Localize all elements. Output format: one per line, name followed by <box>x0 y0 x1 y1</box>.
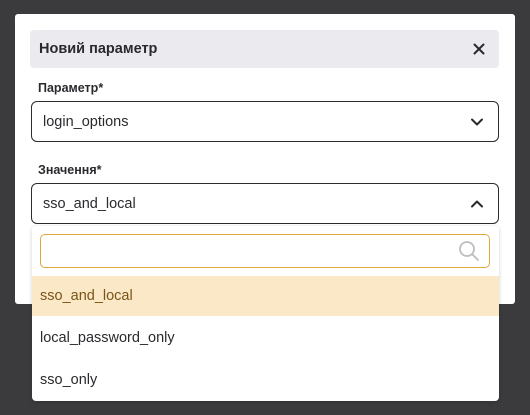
dropdown-search-input[interactable] <box>47 239 451 265</box>
modal-title: Новий параметр <box>39 41 158 57</box>
dropdown-option-sso-and-local[interactable]: sso_and_local <box>32 276 499 316</box>
option-label: local_password_only <box>40 330 175 346</box>
parameter-select-value: login_options <box>43 113 129 130</box>
close-button[interactable] <box>471 41 487 57</box>
close-icon <box>473 43 485 55</box>
value-label: Значення* <box>38 163 102 177</box>
search-icon <box>459 241 479 261</box>
option-label: sso_and_local <box>40 288 133 304</box>
dropdown-search-box[interactable] <box>40 234 490 268</box>
parameter-select[interactable]: login_options <box>31 101 499 142</box>
dropdown-option-local-password-only[interactable]: local_password_only <box>32 318 499 358</box>
dropdown-option-sso-only[interactable]: sso_only <box>32 360 499 400</box>
modal-header: Новий параметр <box>30 30 499 68</box>
parameter-label: Параметр* <box>38 81 104 95</box>
option-label: sso_only <box>40 372 98 388</box>
value-select[interactable]: sso_and_local <box>31 183 499 224</box>
value-select-value: sso_and_local <box>43 195 136 212</box>
value-dropdown-menu: sso_and_local local_password_only sso_on… <box>32 226 499 401</box>
chevron-up-icon <box>471 200 483 207</box>
chevron-down-icon <box>471 118 483 125</box>
